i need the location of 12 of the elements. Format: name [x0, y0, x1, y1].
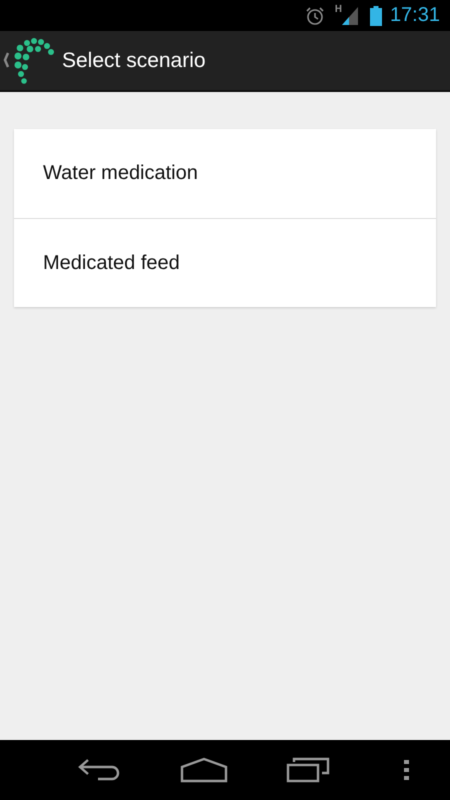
recent-apps-icon[interactable] [286, 757, 330, 783]
alarm-icon [304, 6, 325, 26]
clock-time: 17:31 [390, 4, 440, 27]
home-icon[interactable] [180, 757, 228, 783]
screen-title: Select scenario [62, 48, 206, 72]
back-icon[interactable] [78, 757, 122, 783]
scenario-item[interactable]: Medicated feed [14, 218, 436, 307]
battery-icon [370, 6, 382, 26]
menu-icon[interactable] [404, 760, 410, 780]
network-type-label: H [334, 4, 342, 15]
signal-icon [342, 6, 358, 24]
scenario-item[interactable]: Water medication [14, 129, 436, 218]
